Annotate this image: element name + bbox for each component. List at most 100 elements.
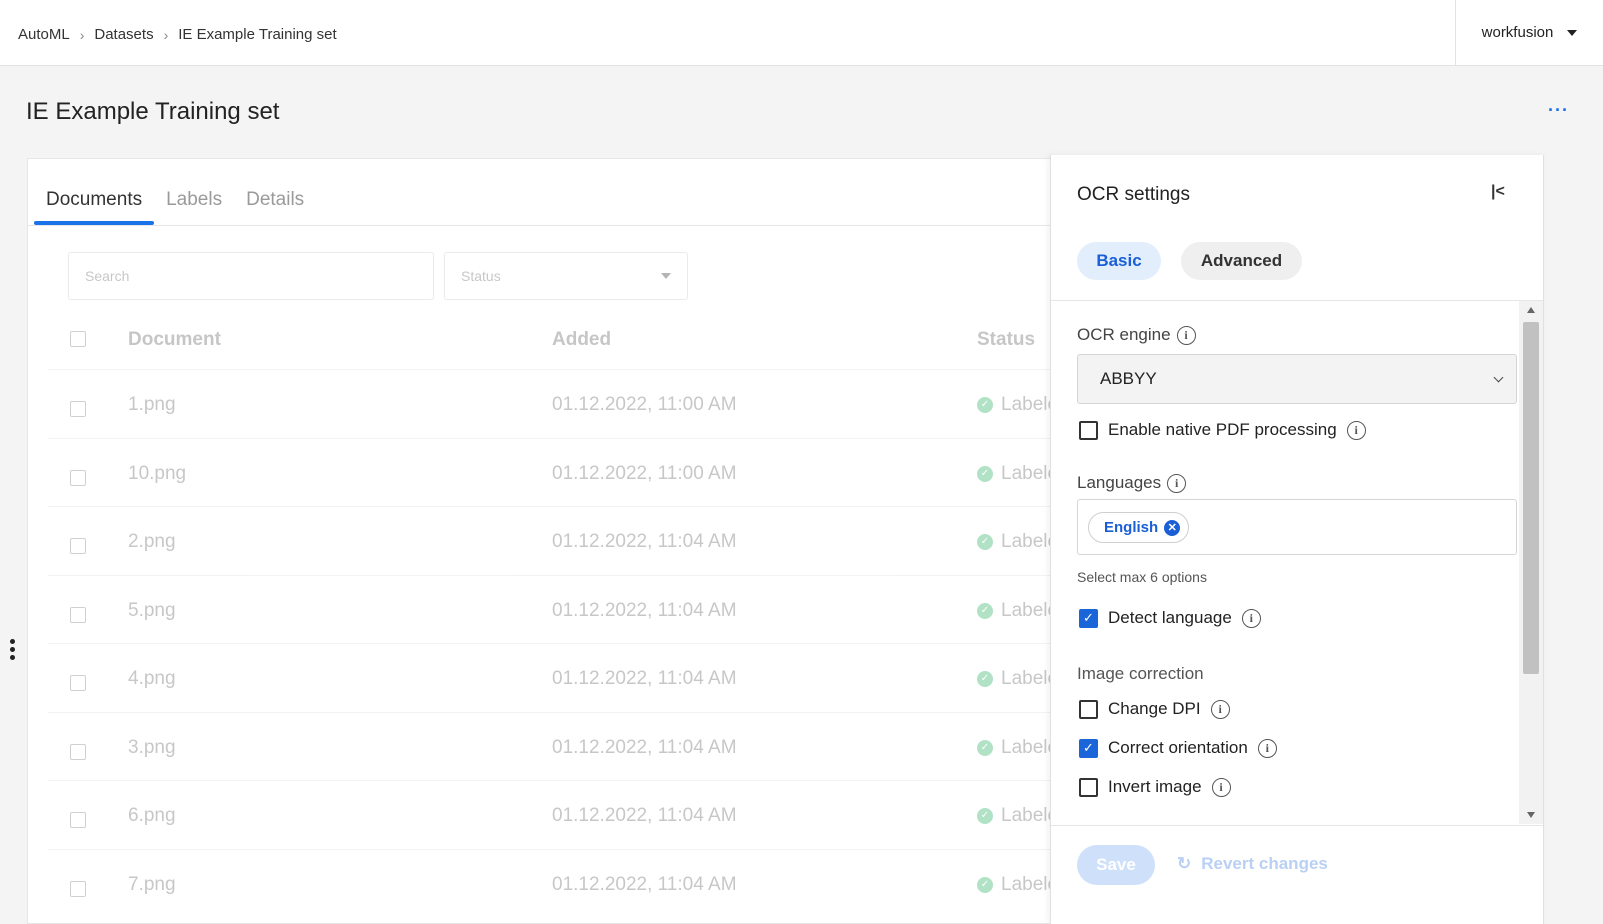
added-date: 01.12.2022, 11:04 AM [552,668,737,689]
languages-label: Languages i [1077,473,1187,493]
column-document[interactable]: Document [128,329,221,351]
document-name[interactable]: 5.png [128,600,176,622]
tab-details[interactable]: Details [234,183,316,223]
table-row[interactable]: 4.png 01.12.2022, 11:04 AM ✓ Labeled [48,643,1076,712]
correct-orientation-label: Correct orientation [1108,738,1248,757]
column-added[interactable]: Added [552,329,611,351]
correct-orientation-checkbox[interactable]: ✓ [1079,738,1098,758]
check-circle-icon: ✓ [977,397,993,413]
tab-documents[interactable]: Documents [34,183,155,225]
panel-body: OCR engine i ABBYY Enable native PDF pro… [1051,301,1543,824]
caret-down-icon [1567,29,1578,36]
info-icon[interactable]: i [1241,608,1261,628]
tab-bar: Documents Labels Details [34,183,316,225]
status-filter[interactable]: Status [444,252,688,300]
more-options-button[interactable]: ··· [1548,100,1569,121]
collapse-panel-icon[interactable]: |< [1491,183,1505,201]
added-date: 01.12.2022, 11:04 AM [552,873,737,895]
ocr-engine-label: OCR engine i [1077,325,1196,345]
chevron-down-icon [1493,372,1504,382]
breadcrumb: AutoML › Datasets › IE Example Training … [18,26,337,43]
scroll-up-icon[interactable] [1527,307,1535,313]
mode-advanced-button[interactable]: Advanced [1181,242,1302,280]
chevron-right-icon: › [79,26,85,43]
save-button[interactable]: Save [1077,845,1155,885]
change-dpi-checkbox[interactable] [1079,699,1098,719]
document-name[interactable]: 4.png [128,668,176,690]
languages-multiselect[interactable]: English ✕ [1077,499,1517,555]
scrollbar-thumb[interactable] [1523,322,1539,674]
document-name[interactable]: 1.png [128,394,176,416]
table-row[interactable]: 10.png 01.12.2022, 11:00 AM ✓ Labeled [48,437,1076,507]
panel-scrollbar[interactable] [1519,301,1543,824]
ocr-engine-value: ABBYY [1100,369,1157,388]
table-row[interactable]: 7.png 01.12.2022, 11:04 AM ✓ Labeled [48,848,1076,918]
document-name[interactable]: 2.png [128,531,176,553]
row-checkbox[interactable] [70,469,86,486]
chevron-right-icon: › [163,26,169,43]
added-date: 01.12.2022, 11:00 AM [552,394,737,415]
info-icon[interactable]: i [1346,420,1366,440]
table-row[interactable]: 3.png 01.12.2022, 11:04 AM ✓ Labeled [48,711,1076,781]
info-icon[interactable]: i [1257,738,1277,758]
select-all-checkbox[interactable] [70,331,86,347]
native-pdf-label: Enable native PDF processing [1108,420,1337,439]
top-bar: AutoML › Datasets › IE Example Training … [0,0,1603,66]
row-checkbox[interactable] [70,880,86,897]
table-row[interactable]: 5.png 01.12.2022, 11:04 AM ✓ Labeled [48,574,1076,644]
ocr-engine-select[interactable]: ABBYY [1077,354,1517,404]
document-name[interactable]: 10.png [128,463,186,485]
added-date: 01.12.2022, 11:00 AM [552,462,737,484]
table-row[interactable]: 2.png 01.12.2022, 11:04 AM ✓ Labeled [48,506,1076,575]
invert-image-checkbox[interactable] [1079,777,1098,797]
breadcrumb-automl[interactable]: AutoML [18,26,70,43]
row-checkbox[interactable] [70,606,86,623]
invert-image-label: Invert image [1108,777,1202,796]
document-name[interactable]: 7.png [128,874,176,896]
tab-labels[interactable]: Labels [154,183,234,223]
mode-basic-button[interactable]: Basic [1077,242,1161,280]
added-date: 01.12.2022, 11:04 AM [552,599,737,621]
breadcrumb-datasets[interactable]: Datasets [94,26,153,43]
row-checkbox[interactable] [70,401,86,417]
language-tag: English ✕ [1088,512,1190,543]
panel-footer: Save ↻ Revert changes [1051,825,1543,924]
revert-changes-label: Revert changes [1201,854,1328,873]
correct-orientation-row: ✓ Correct orientation i [1079,738,1277,758]
languages-label-text: Languages [1077,473,1162,492]
image-correction-label: Image correction [1077,664,1204,683]
search-input[interactable] [68,252,434,300]
breadcrumb-current: IE Example Training set [178,26,337,43]
native-pdf-checkbox[interactable] [1079,420,1098,440]
native-pdf-row: Enable native PDF processing i [1079,420,1366,440]
invert-image-row: Invert image i [1079,777,1231,797]
document-name[interactable]: 3.png [128,737,176,759]
check-circle-icon: ✓ [977,808,993,824]
language-tag-label: English [1104,519,1159,536]
revert-changes-button[interactable]: ↻ Revert changes [1177,854,1328,874]
check-circle-icon: ✓ [977,465,993,482]
scroll-down-icon[interactable] [1527,812,1535,818]
document-name[interactable]: 6.png [128,805,176,827]
row-checkbox[interactable] [70,743,86,760]
check-circle-icon: ✓ [977,739,993,756]
vertical-dots-icon[interactable] [10,639,16,660]
info-icon[interactable]: i [1211,777,1231,797]
remove-tag-icon[interactable]: ✕ [1164,519,1181,536]
user-menu[interactable]: workfusion [1455,0,1603,65]
info-icon[interactable]: i [1210,699,1230,719]
row-checkbox[interactable] [70,812,86,828]
user-name: workfusion [1481,24,1554,41]
detect-language-checkbox[interactable]: ✓ [1079,608,1098,628]
info-icon[interactable]: i [1176,325,1196,345]
row-checkbox[interactable] [70,675,86,691]
check-circle-icon: ✓ [977,534,993,550]
row-checkbox[interactable] [70,538,86,554]
check-circle-icon: ✓ [977,671,993,687]
table-row[interactable]: 6.png 01.12.2022, 11:04 AM ✓ Labeled [48,780,1076,849]
table-row[interactable]: 1.png 01.12.2022, 11:00 AM ✓ Labeled [48,369,1076,438]
column-status[interactable]: Status [977,329,1035,351]
check-circle-icon: ✓ [977,602,993,619]
documents-card: Documents Labels Details Status Document… [27,158,1077,924]
info-icon[interactable]: i [1167,473,1187,493]
